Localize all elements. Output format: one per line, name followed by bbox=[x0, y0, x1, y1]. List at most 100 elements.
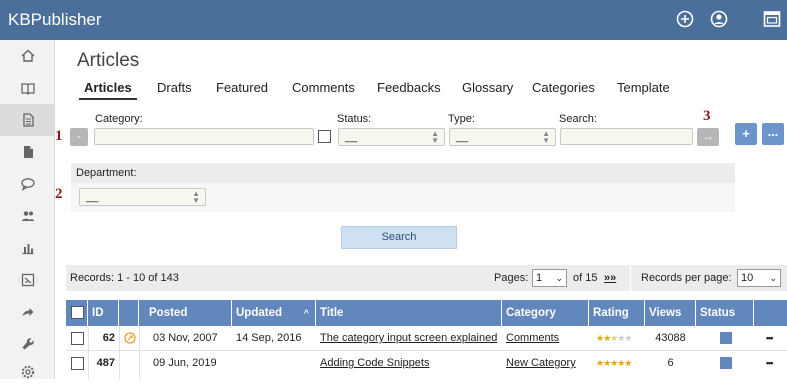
sidebar-item-share[interactable] bbox=[0, 296, 55, 328]
page-value: 1 bbox=[536, 272, 543, 284]
column-divider bbox=[119, 327, 120, 379]
column-category[interactable]: Category bbox=[502, 300, 589, 326]
select-all-checkbox[interactable] bbox=[71, 306, 84, 319]
column-views[interactable]: Views bbox=[645, 300, 696, 326]
type-select[interactable]: __ ▲ ▼ bbox=[449, 128, 556, 146]
row-id: 62 bbox=[102, 332, 115, 344]
search-button[interactable]: Search bbox=[341, 226, 457, 249]
status-label: Status: bbox=[337, 113, 372, 125]
rating-stars-empty: ★★ bbox=[617, 333, 632, 343]
per-page-select[interactable]: 10 ⌄ bbox=[737, 269, 781, 287]
marker-2: 2 bbox=[55, 186, 63, 202]
sidebar-item-home[interactable] bbox=[0, 40, 55, 72]
chevron-down-icon: ⌄ bbox=[555, 273, 563, 283]
tab-featured[interactable]: Featured bbox=[216, 80, 268, 95]
select-arrows-icon: ▲ ▼ bbox=[542, 129, 550, 145]
search-label: Search: bbox=[559, 113, 597, 125]
report-icon bbox=[21, 273, 34, 287]
column-id[interactable]: ID bbox=[88, 300, 119, 326]
table-row: 487 09 Jun, 2019 Adding Code Snippets Ne… bbox=[66, 352, 787, 375]
department-select[interactable]: __ ▲ ▼ bbox=[79, 188, 206, 206]
user-icon[interactable] bbox=[710, 10, 728, 28]
column-rating[interactable]: Rating bbox=[589, 300, 645, 326]
table-row: 62 03 Nov, 2007 14 Sep, 2016 The categor… bbox=[66, 327, 787, 350]
apply-arrow-button[interactable]: → bbox=[697, 128, 719, 146]
row-views: 6 bbox=[667, 357, 674, 369]
department-header: Department: bbox=[71, 163, 735, 183]
records-bar: Records: 1 - 10 of 143 Pages: 1 ⌄ of 15 … bbox=[66, 265, 787, 291]
category-label: Category: bbox=[95, 113, 143, 125]
tab-feedbacks[interactable]: Feedbacks bbox=[377, 80, 441, 95]
chat-icon bbox=[20, 178, 35, 191]
column-divider bbox=[139, 327, 140, 379]
row-category-link[interactable]: New Category bbox=[502, 352, 576, 375]
type-value: __ bbox=[456, 131, 469, 143]
column-updated[interactable]: Updated ^ bbox=[232, 300, 316, 326]
sidebar bbox=[0, 40, 55, 379]
tab-bar: Articles Drafts Featured Comments Feedba… bbox=[56, 80, 787, 100]
rating-star-half: ★ bbox=[610, 333, 618, 343]
minus-button[interactable]: - bbox=[70, 128, 88, 146]
row-title-link[interactable]: The category input screen explained bbox=[316, 327, 497, 350]
page-title: Articles bbox=[77, 50, 140, 71]
status-indicator bbox=[720, 357, 732, 369]
category-checkbox[interactable] bbox=[318, 130, 331, 143]
sidebar-item-settings[interactable] bbox=[0, 356, 55, 388]
category-input[interactable] bbox=[94, 128, 314, 145]
row-actions-button[interactable]: ••• bbox=[762, 352, 773, 375]
sidebar-item-reports[interactable] bbox=[0, 232, 55, 264]
row-views: 43088 bbox=[655, 332, 686, 344]
status-select[interactable]: __ ▲ ▼ bbox=[338, 128, 445, 146]
select-all-cell bbox=[66, 300, 88, 326]
tab-categories[interactable]: Categories bbox=[532, 80, 595, 95]
per-page-label: Records per page: bbox=[641, 272, 732, 284]
per-page-value: 10 bbox=[741, 272, 754, 284]
row-actions-button[interactable]: ••• bbox=[762, 327, 773, 350]
sidebar-item-files[interactable] bbox=[0, 136, 55, 168]
sidebar-item-report[interactable] bbox=[0, 264, 55, 296]
wrench-icon bbox=[22, 338, 34, 350]
tab-comments[interactable]: Comments bbox=[292, 80, 355, 95]
row-posted: 03 Nov, 2007 bbox=[153, 332, 218, 344]
row-checkbox[interactable] bbox=[71, 332, 84, 345]
records-summary: Records: 1 - 10 of 143 bbox=[70, 272, 179, 284]
brand-logo[interactable]: KBPublisher bbox=[8, 10, 102, 30]
row-id: 487 bbox=[96, 357, 115, 369]
share-icon bbox=[22, 308, 33, 316]
divider bbox=[630, 265, 631, 291]
marker-1: 1 bbox=[55, 128, 63, 144]
column-title[interactable]: Title bbox=[316, 300, 502, 326]
next-pages-link[interactable]: »» bbox=[604, 272, 616, 284]
tab-template[interactable]: Template bbox=[617, 80, 670, 95]
search-input[interactable] bbox=[560, 128, 693, 145]
draft-icon bbox=[124, 332, 136, 344]
sidebar-item-articles[interactable] bbox=[0, 104, 55, 136]
page-select[interactable]: 1 ⌄ bbox=[532, 269, 567, 287]
sidebar-item-users[interactable] bbox=[0, 200, 55, 232]
department-value: __ bbox=[86, 191, 99, 203]
row-rating: ★★★★★ bbox=[592, 352, 632, 375]
plus-circle-icon[interactable] bbox=[676, 10, 694, 28]
row-category-link[interactable]: Comments bbox=[502, 327, 559, 350]
row-title-link[interactable]: Adding Code Snippets bbox=[316, 352, 429, 375]
tab-glossary[interactable]: Glossary bbox=[462, 80, 513, 95]
department-panel: Department: __ ▲ ▼ bbox=[71, 163, 735, 212]
book-icon bbox=[20, 83, 35, 95]
sidebar-item-chat[interactable] bbox=[0, 168, 55, 200]
add-button[interactable]: + bbox=[735, 123, 757, 145]
top-bar: KBPublisher bbox=[0, 0, 787, 40]
more-button[interactable]: ... bbox=[762, 123, 784, 145]
column-posted[interactable]: Posted bbox=[139, 300, 232, 326]
tab-articles[interactable]: Articles bbox=[84, 80, 132, 95]
tab-drafts[interactable]: Drafts bbox=[157, 80, 192, 95]
sidebar-item-book[interactable] bbox=[0, 72, 55, 104]
sort-asc-icon: ^ bbox=[303, 308, 309, 318]
column-status[interactable]: Status bbox=[696, 300, 754, 326]
row-updated: 14 Sep, 2016 bbox=[236, 332, 302, 344]
row-checkbox[interactable] bbox=[71, 357, 84, 370]
status-value: __ bbox=[345, 131, 358, 143]
row-updated bbox=[232, 352, 236, 375]
rating-stars-filled: ★★ bbox=[596, 333, 611, 343]
select-arrows-icon: ▲ ▼ bbox=[192, 189, 200, 205]
window-icon[interactable] bbox=[763, 10, 781, 28]
